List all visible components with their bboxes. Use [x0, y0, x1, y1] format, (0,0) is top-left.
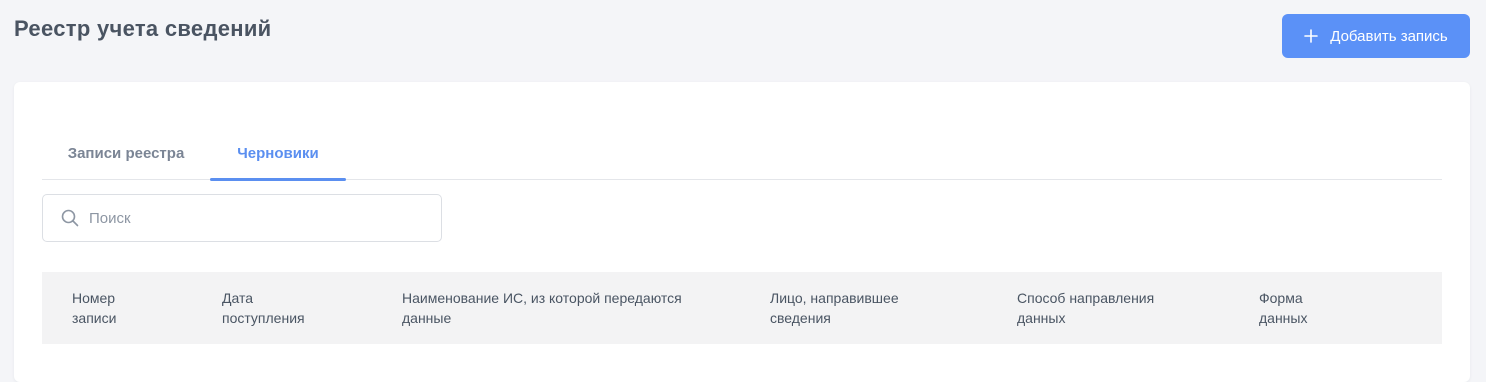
page-header: Реестр учета сведений Добавить запись	[0, 0, 1486, 70]
column-header-line: Лицо, направившее	[770, 290, 899, 306]
tab-label: Черновики	[237, 144, 319, 162]
column-header-line: данные	[402, 310, 452, 326]
column-header-line: Наименование ИС, из которой передаются	[402, 290, 682, 306]
add-record-button-label: Добавить запись	[1330, 27, 1448, 45]
tab-drafts[interactable]: Черновики	[210, 126, 346, 181]
column-header-receipt-date[interactable]: Дата поступления	[192, 288, 372, 328]
search-icon	[61, 209, 79, 227]
page-title: Реестр учета сведений	[14, 16, 272, 41]
column-header-delivery-method[interactable]: Способ направления данных	[987, 288, 1229, 328]
column-header-record-number[interactable]: Номер записи	[42, 288, 192, 328]
tab-registry-records[interactable]: Записи реестра	[42, 126, 210, 180]
column-header-source-system[interactable]: Наименование ИС, из которой передаются д…	[372, 288, 740, 328]
tabs: Записи реестра Черновики	[42, 126, 1442, 181]
column-header-data-form[interactable]: Форма данных	[1229, 288, 1442, 328]
plus-icon	[1304, 29, 1319, 43]
tab-label: Записи реестра	[67, 144, 185, 162]
search-box	[42, 194, 442, 242]
column-header-line: Способ направления	[1017, 290, 1155, 306]
column-header-line: поступления	[222, 310, 305, 326]
column-header-line: данных	[1259, 310, 1308, 326]
column-header-line: Дата	[222, 290, 254, 306]
column-header-line: Форма	[1259, 290, 1303, 306]
search-input[interactable]	[87, 208, 411, 228]
column-header-line: записи	[72, 310, 117, 326]
column-header-line: сведения	[770, 310, 831, 326]
add-record-button[interactable]: Добавить запись	[1282, 14, 1470, 58]
table-header: Номер записи Дата поступления Наименован…	[42, 272, 1442, 344]
column-header-line: данных	[1017, 310, 1066, 326]
column-header-sender[interactable]: Лицо, направившее сведения	[740, 288, 987, 328]
column-header-line: Номер	[72, 290, 116, 306]
content-card: Записи реестра Черновики Номер записи Да…	[14, 82, 1470, 382]
